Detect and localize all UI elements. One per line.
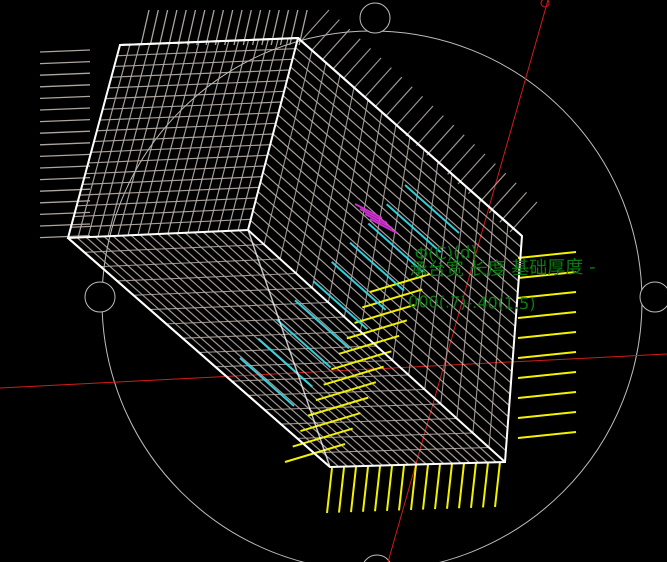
top-grid-bar xyxy=(207,39,260,232)
bottom-yellow-bar xyxy=(434,464,441,510)
top-grid-bar xyxy=(237,38,289,231)
front-grid-bar xyxy=(280,417,457,425)
top-snap-circle[interactable] xyxy=(359,2,391,34)
top-protruding-bar xyxy=(140,9,150,46)
right-yellow-bar xyxy=(517,431,577,439)
pile-cap-front-edge xyxy=(247,229,506,463)
left-protruding-bar xyxy=(39,176,91,181)
top-grid-bar xyxy=(88,154,268,164)
front-grid-bar xyxy=(231,374,409,382)
right-yellow-bar xyxy=(517,331,577,339)
diagonal-grid-bar xyxy=(279,62,327,260)
bottom-yellow-bar xyxy=(362,466,369,512)
bottom-yellow-bar xyxy=(422,464,429,510)
rebar-gray-lines xyxy=(39,9,538,468)
top-grid-bar xyxy=(73,208,254,218)
cyan-bar xyxy=(276,318,332,369)
top-grid-bar xyxy=(167,40,220,234)
top-grid-bar xyxy=(85,165,265,175)
cad-viewport[interactable]: Φ(C)(d) 承台宽 长度 基础厚度 - 000(.7)-.40(1.5) xyxy=(0,0,667,562)
top-grid-bar xyxy=(217,39,269,232)
cyan-bar xyxy=(349,241,405,292)
left-protruding-bar xyxy=(39,84,91,88)
left-protruding-bar xyxy=(39,95,91,100)
bottom-yellow-bar xyxy=(398,465,405,511)
front-grid-bar xyxy=(117,272,297,282)
left-protruding-bar xyxy=(39,223,91,227)
diagonal-grid-bar xyxy=(295,75,341,274)
left-protruding-bar xyxy=(39,188,91,192)
top-protruding-bar xyxy=(158,9,169,46)
left-snap-circle[interactable] xyxy=(84,281,116,313)
right-yellow-bar xyxy=(517,411,577,419)
top-protruding-bar xyxy=(214,9,225,46)
top-protruding-bar xyxy=(168,9,178,46)
top-grid-bar xyxy=(76,197,257,207)
left-protruding-bar xyxy=(39,118,91,123)
right-yellow-bar xyxy=(517,371,577,379)
top-grid-bar xyxy=(93,133,274,143)
pile-cap-outline xyxy=(67,36,524,469)
left-protruding-bar xyxy=(39,211,91,216)
right-yellow-bar xyxy=(517,351,577,359)
left-protruding-bar xyxy=(39,165,91,169)
diagonal-grid-bar xyxy=(408,161,439,376)
right-yellow-bar xyxy=(517,251,577,259)
diagonal-grid-bar xyxy=(392,149,425,361)
top-grid-bar xyxy=(70,218,251,228)
pile-cap-right-edge xyxy=(297,37,523,237)
bottom-yellow-bar xyxy=(326,467,333,514)
top-grid-bar xyxy=(79,186,260,196)
right-snap-circle[interactable] xyxy=(639,281,667,313)
front-grid-bar xyxy=(84,243,265,253)
left-protruding-bar xyxy=(39,72,91,76)
top-protruding-bar xyxy=(205,9,215,46)
left-protruding-bar xyxy=(39,153,91,158)
left-protruding-bar xyxy=(39,130,91,134)
top-grid-bar xyxy=(82,176,262,185)
front-grid-bar xyxy=(100,258,281,268)
left-protruding-bar xyxy=(39,200,91,204)
top-protruding-bar xyxy=(149,9,159,46)
drawing-canvas[interactable] xyxy=(0,0,667,562)
bottom-yellow-bar xyxy=(338,467,345,513)
cyan-bar xyxy=(331,261,387,311)
bottom-yellow-bar xyxy=(386,465,393,511)
top-grid-bar xyxy=(91,144,271,153)
bottom-snap-circle[interactable] xyxy=(362,554,392,562)
right-yellow-bar xyxy=(517,291,577,299)
cyan-bar xyxy=(294,299,350,350)
front-grid-bar xyxy=(133,287,313,296)
top-protruding-bar xyxy=(177,9,187,46)
diagonal-grid-bar xyxy=(311,87,355,289)
bottom-yellow-bar xyxy=(494,461,501,508)
left-protruding-bar xyxy=(39,107,91,111)
bottom-yellow-bar xyxy=(374,466,381,512)
front-grid-bar xyxy=(215,359,393,368)
right-yellow-bar xyxy=(517,391,577,399)
top-grid-bar xyxy=(197,39,250,233)
diagonal-grid-bar xyxy=(472,211,495,434)
vertical-axis xyxy=(387,0,549,562)
left-protruding-bar xyxy=(39,142,91,146)
top-protruding-bar xyxy=(186,9,197,46)
left-protruding-bar xyxy=(39,60,91,65)
bottom-yellow-bar xyxy=(470,462,477,508)
bottom-yellow-bar xyxy=(446,463,453,509)
bottom-yellow-bar xyxy=(458,463,465,509)
top-protruding-bar xyxy=(196,9,206,46)
left-protruding-bar xyxy=(39,49,91,53)
bottom-yellow-bar xyxy=(350,467,357,513)
top-grid-bar xyxy=(177,40,230,234)
right-yellow-bar xyxy=(517,271,577,279)
right-yellow-bar xyxy=(517,311,577,319)
bottom-yellow-bar xyxy=(482,462,489,508)
front-grid-bar xyxy=(264,403,441,411)
horizontal-axis xyxy=(0,353,667,389)
top-grid-bar xyxy=(187,40,240,233)
front-grid-bar xyxy=(313,446,489,454)
